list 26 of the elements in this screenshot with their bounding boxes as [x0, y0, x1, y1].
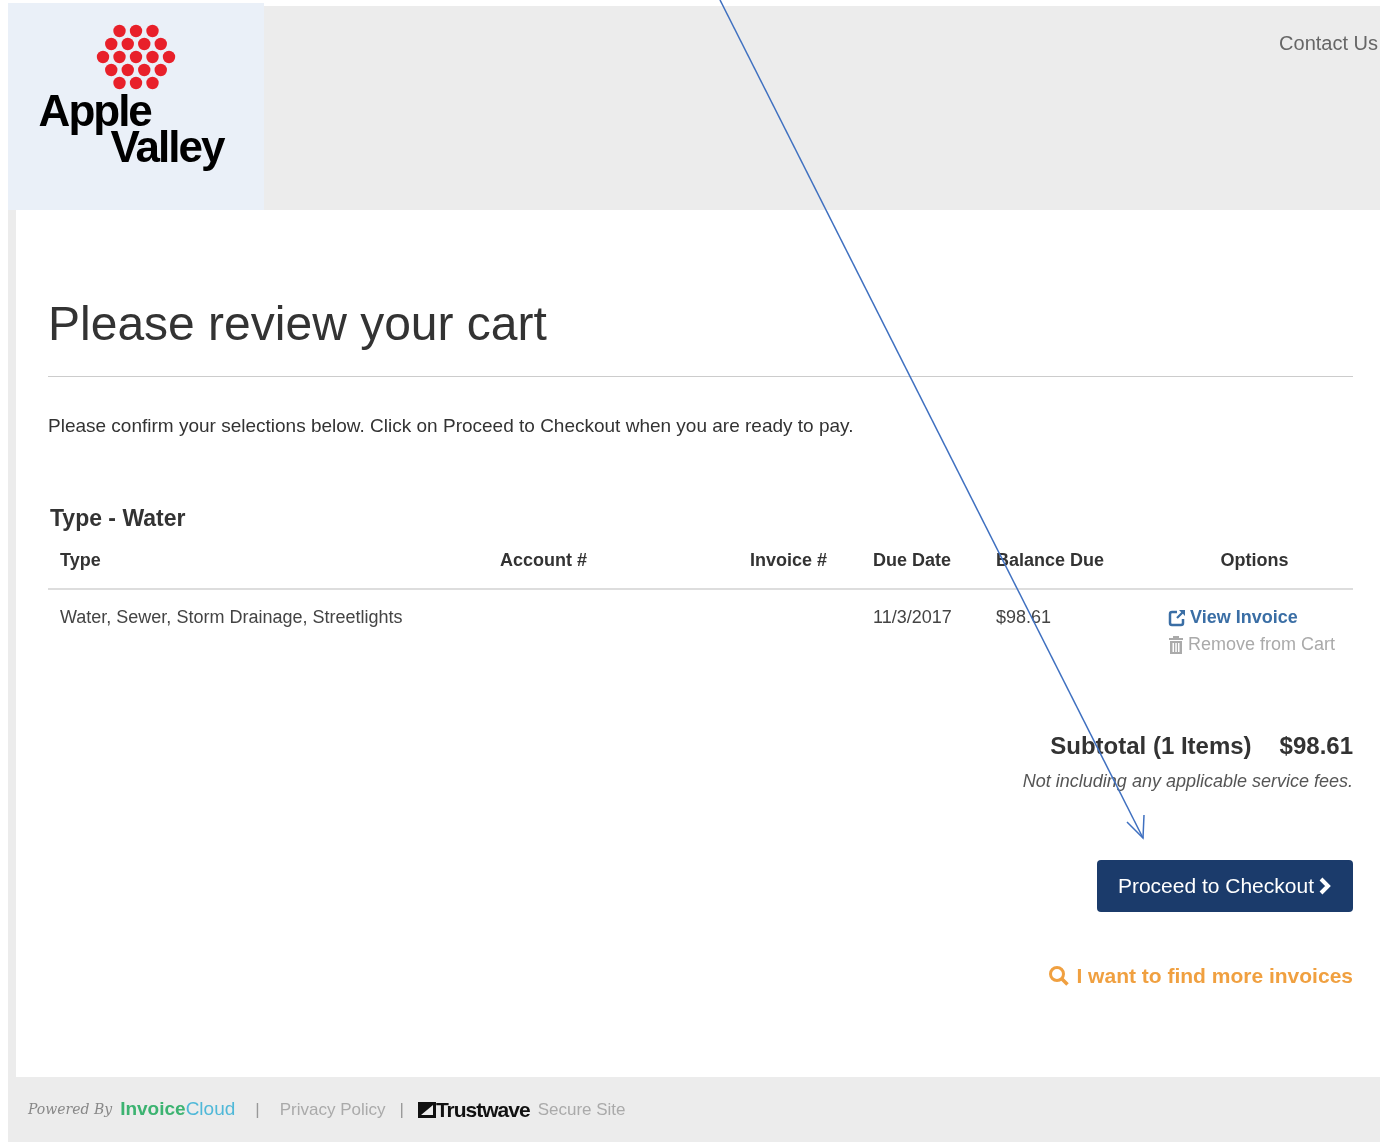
search-icon: [1048, 964, 1071, 987]
powered-by-text: Powered By: [28, 1100, 113, 1119]
column-header: Due Date: [873, 549, 953, 572]
contact-link[interactable]: Contact Us: [1279, 28, 1378, 58]
chevron-right-icon: [1318, 877, 1332, 895]
separator: |: [255, 1098, 260, 1121]
trash-icon: [1168, 635, 1184, 654]
dots-logo-icon: [96, 23, 176, 91]
page-title: Please review your cart: [48, 300, 548, 348]
intro-text: Please confirm your selections below. Click on Proceed to Checkout when you are ready to pay.: [48, 414, 855, 438]
secure-site-text: Secure Site: [537, 1098, 626, 1121]
checkout-button[interactable]: Proceed to Checkout: [1096, 860, 1353, 912]
separator: |: [399, 1098, 404, 1121]
column-header: Options: [1219, 549, 1290, 572]
external-link-icon: [1168, 608, 1186, 627]
table-cell-text: 11/3/2017: [873, 606, 953, 629]
column-header: Invoice #: [750, 549, 829, 572]
subtotal-amount: $98.61: [1279, 731, 1353, 761]
column-header: Type: [60, 549, 102, 572]
column-header: Account #: [500, 549, 588, 572]
invoicecloud-logo: InvoiceCloud: [120, 1097, 236, 1122]
table-cell-text: Water, Sewer, Storm Drainage, Streetlights: [60, 606, 404, 629]
view-invoice-link[interactable]: View Invoice: [1168, 604, 1298, 631]
section-title: Type - Water: [50, 503, 187, 533]
trustwave-logo: Trustwave: [435, 1096, 530, 1123]
trustwave-logo-icon: [417, 1101, 436, 1118]
